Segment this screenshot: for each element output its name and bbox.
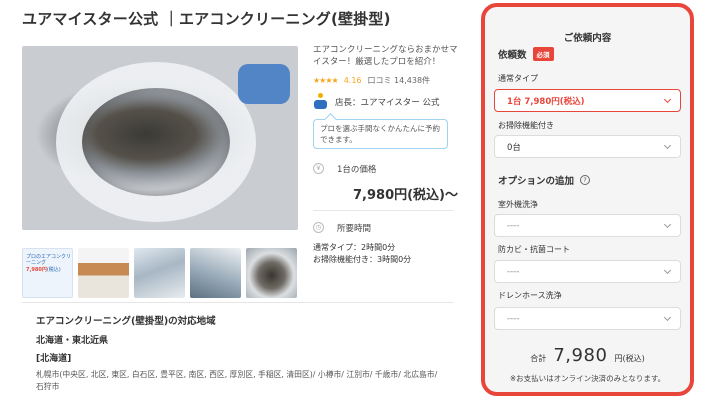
clock-icon: ◷	[313, 222, 324, 233]
thumbnail-1[interactable]: プロのエアコンクリーニング 7,980円(税込)	[22, 248, 73, 298]
options-label-row: オプションの追加 ?	[498, 173, 591, 187]
chevron-down-icon	[663, 266, 672, 275]
area-cities: 札幌市(中央区, 北区, 東区, 白石区, 豊平区, 南区, 西区, 厚別区, …	[36, 370, 438, 392]
duration-normal: 通常タイプ：2時間0分	[313, 243, 396, 252]
price-value: 7,980円(税込)〜	[353, 188, 459, 203]
chevron-down-icon	[663, 220, 672, 229]
rating-score: 4.16	[343, 76, 362, 85]
duration-cleaning-func: お掃除機能付き：3時間0分	[313, 255, 412, 264]
required-badge: 必須	[532, 47, 554, 61]
divider	[313, 210, 453, 211]
blue-glove-shape	[238, 64, 290, 104]
thumbnail-1-price: 7,980円	[26, 266, 47, 273]
order-panel: ご依頼内容 依頼数 必須 通常タイプ 1台 7,980円(税込) お掃除機能付き…	[481, 3, 694, 396]
star-rating-icon: ★★★★	[313, 76, 339, 85]
drain-label: ドレンホース洗浄	[498, 291, 562, 300]
info-bubble: プロを選ぶ手間なくかんたんに予約できます。	[313, 119, 448, 149]
order-panel-title: ご依頼内容	[563, 33, 612, 44]
cleaning-func-value: 0台	[507, 142, 521, 153]
reviews-number: 14,438件	[394, 76, 431, 85]
chevron-down-icon	[663, 141, 672, 150]
chevron-down-icon	[663, 95, 672, 104]
outdoor-select[interactable]: ----	[494, 214, 681, 237]
thumbnail-5[interactable]	[246, 248, 297, 298]
mold-select[interactable]: ----	[494, 260, 681, 283]
reviews-label: 口コミ	[367, 76, 392, 85]
thumbnail-2[interactable]	[78, 248, 129, 298]
rating-row: ★★★★ 4.16 口コミ 14,438件	[313, 75, 430, 86]
yen-icon: ¥	[313, 163, 324, 174]
outdoor-label: 室外機洗浄	[498, 200, 538, 209]
normal-type-value: 1台 7,980円(税込)	[507, 96, 585, 107]
page-title: ユアマイスター公式 ｜エアコンクリーニング(壁掛型)	[22, 10, 391, 28]
shop-label[interactable]: 店長：ユアマイスター 公式	[335, 96, 439, 108]
shop-logo-icon	[313, 93, 329, 111]
price-label: 1台の価格	[337, 165, 377, 175]
quantity-label: 依頼数	[498, 50, 527, 61]
normal-type-label: 通常タイプ	[498, 74, 538, 83]
quantity-label-row: 依頼数 必須	[498, 47, 554, 61]
area-title: エアコンクリーニング(壁掛型)の対応地域	[36, 316, 216, 327]
total-unit: 円(税込)	[614, 354, 645, 363]
cleaning-func-select[interactable]: 0台	[494, 135, 681, 158]
main-product-image[interactable]	[22, 46, 298, 230]
thumbnail-1-sub: (税込)	[46, 266, 61, 273]
payment-note: ※お支払いはオンライン決済のみとなります。	[509, 374, 666, 383]
duration-label: 所要時間	[337, 224, 372, 234]
thumbnail-gallery: プロのエアコンクリーニング 7,980円(税込)	[22, 248, 298, 298]
review-count[interactable]: 口コミ 14,438件	[368, 75, 431, 86]
options-label: オプションの追加	[498, 176, 575, 187]
drain-select[interactable]: ----	[494, 307, 681, 330]
total-label: 合計	[530, 354, 547, 363]
total-row: 合計 7,980 円(税込)	[485, 345, 690, 366]
section-divider	[22, 302, 454, 303]
shop-row: 店長：ユアマイスター 公式	[313, 93, 439, 111]
cleaning-func-label: お掃除機能付き	[498, 121, 554, 130]
help-icon[interactable]: ?	[580, 175, 591, 185]
thumbnail-4[interactable]	[190, 248, 241, 298]
drain-value: ----	[507, 313, 520, 324]
total-value: 7,980	[553, 345, 608, 366]
area-region: 北海道・東北近県	[36, 336, 109, 346]
outdoor-value: ----	[507, 220, 520, 231]
intro-text: エアコンクリーニングならおまかせマイスター！厳選したプロを紹介！	[313, 45, 458, 67]
chevron-down-icon	[663, 313, 672, 322]
thumbnail-3[interactable]	[134, 248, 185, 298]
thumbnail-1-title: プロのエアコンクリーニング	[26, 254, 72, 267]
area-subregion: [北海道]	[36, 354, 72, 364]
normal-type-select[interactable]: 1台 7,980円(税込)	[494, 89, 681, 112]
thumbnail-1-text: プロのエアコンクリーニング 7,980円(税込)	[26, 254, 72, 273]
mold-label: 防カビ・抗菌コート	[498, 245, 570, 254]
mold-value: ----	[507, 266, 520, 277]
bucket-rim-shape	[56, 62, 256, 222]
